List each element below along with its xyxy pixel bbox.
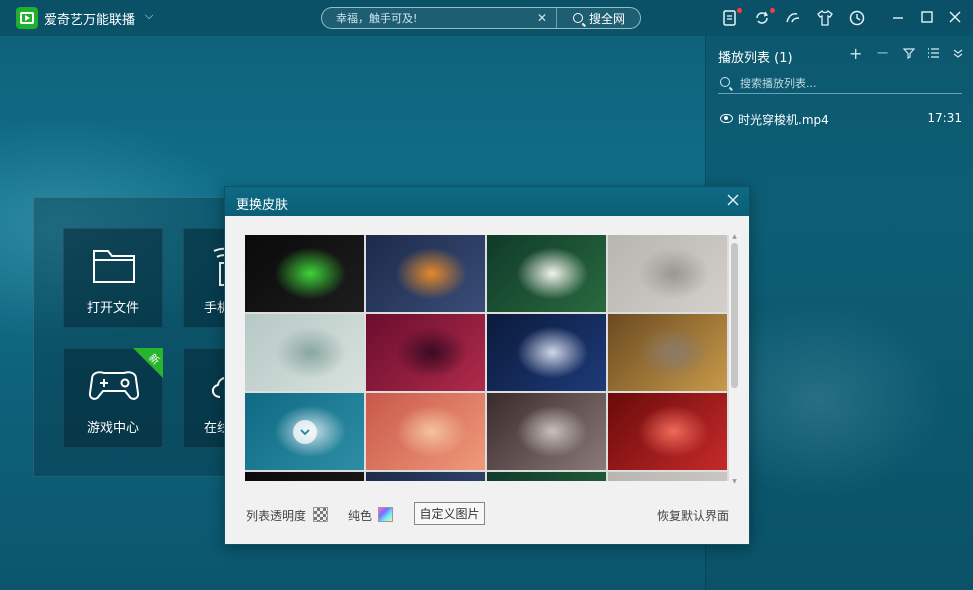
skin-thumbnail-lotus[interactable] [487, 235, 606, 312]
skin-thumbnail-feather[interactable] [487, 393, 606, 470]
skin-thumbnail-more[interactable] [366, 472, 485, 481]
skin-thumbnail-red-abstract[interactable] [366, 314, 485, 391]
skin-thumbnail-red-drops[interactable] [608, 393, 727, 470]
clear-search-icon[interactable]: ✕ [537, 11, 547, 25]
skin-thumbnail-water-drops[interactable] [245, 393, 364, 470]
share-icon[interactable] [784, 9, 802, 27]
scrollbar[interactable]: ▲ ▼ [731, 233, 738, 485]
reset-default-link[interactable]: 恢复默认界面 [657, 507, 729, 524]
playlist-search-input[interactable] [740, 75, 940, 91]
solid-color-swatch[interactable] [378, 507, 393, 522]
skin-thumbnail-umbrella[interactable] [245, 314, 364, 391]
close-window-icon[interactable] [947, 9, 963, 25]
playlist-item-duration: 17:31 [927, 111, 962, 125]
scroll-up-icon[interactable]: ▲ [731, 233, 738, 240]
collapse-chevron-icon[interactable] [952, 47, 964, 63]
search-icon [572, 13, 583, 23]
dialog-title: 更换皮肤 [236, 198, 289, 213]
playlist-item-name: 时光穿梭机.mp4 [738, 113, 829, 127]
selected-check-icon [293, 420, 317, 444]
tile-open-file[interactable]: 打开文件 [63, 228, 163, 328]
skin-thumbnail-grid [245, 235, 729, 481]
tile-game-center[interactable]: 游戏中心 新 [63, 348, 163, 448]
search-input[interactable] [336, 11, 546, 26]
transparency-label: 列表透明度 [246, 509, 307, 523]
skin-thumbnail-starry-night[interactable] [487, 314, 606, 391]
tile-label: 游戏中心 [86, 421, 139, 436]
app-title[interactable]: 爱奇艺万能联播 [44, 9, 135, 28]
skin-dialog: 更换皮肤 ▲ ▼ 列表透明度 纯色 自定义图片 恢复默认界面 [224, 186, 750, 545]
title-bar: 爱奇艺万能联播 ⌵ ✕ 搜全网 [0, 0, 973, 36]
skin-thumbnail-pink-clouds[interactable] [366, 393, 485, 470]
playlist-search [718, 72, 962, 94]
skin-thumbnail-cartoon-rabbit[interactable] [366, 235, 485, 312]
refresh-sync-icon[interactable] [753, 9, 771, 27]
list-mode-icon[interactable] [927, 47, 940, 63]
search-icon [720, 77, 730, 87]
skin-thumbnail-green-logo[interactable] [245, 235, 364, 312]
filter-icon[interactable] [902, 47, 916, 63]
search-box: ✕ 搜全网 [321, 7, 641, 29]
scrollbar-thumb[interactable] [731, 243, 738, 388]
skin-thumbnail-more[interactable] [487, 472, 606, 481]
notification-dot [770, 8, 775, 13]
search-all-button[interactable]: 搜全网 [556, 8, 641, 28]
history-clock-icon[interactable] [848, 9, 866, 27]
notification-dot [737, 8, 742, 13]
eye-icon [720, 114, 733, 123]
folder-icon [64, 243, 162, 287]
skin-thumbnail-more[interactable] [245, 472, 364, 481]
app-logo-icon[interactable] [16, 7, 38, 29]
skin-thumbnail-wheat-field[interactable] [608, 314, 727, 391]
notes-icon[interactable] [721, 9, 739, 27]
minimize-icon[interactable] [890, 9, 906, 25]
skin-shirt-icon[interactable] [816, 9, 834, 27]
new-badge: 新 [133, 348, 163, 378]
skin-thumbnail-more[interactable] [608, 472, 727, 481]
remove-icon[interactable]: − [876, 43, 889, 62]
maximize-icon[interactable] [919, 9, 935, 25]
add-icon[interactable]: + [849, 44, 862, 63]
custom-image-button[interactable]: 自定义图片 [414, 502, 485, 525]
playlist-item[interactable]: 时光穿梭机.mp4 17:31 [718, 110, 962, 130]
solid-color-label: 纯色 [348, 509, 373, 523]
close-icon[interactable] [727, 192, 739, 210]
scroll-down-icon[interactable]: ▼ [731, 478, 738, 485]
dialog-header: 更换皮肤 [225, 187, 749, 216]
chevron-down-icon[interactable]: ⌵ [145, 9, 153, 23]
skin-thumbnail-grey-geometric[interactable] [608, 235, 727, 312]
search-button-label: 搜全网 [588, 11, 625, 26]
transparency-swatch[interactable] [313, 507, 328, 522]
playlist-title: 播放列表 (1) [718, 51, 793, 66]
tile-label: 打开文件 [86, 301, 139, 316]
